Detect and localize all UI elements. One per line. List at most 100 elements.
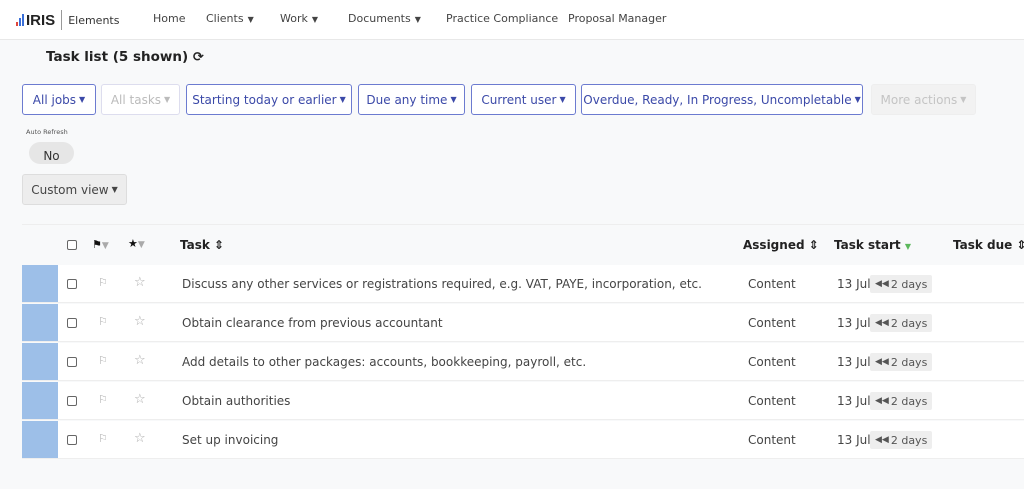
table-row[interactable]: ⚐ ☆ Obtain clearance from previous accou… — [22, 304, 1024, 342]
flag-filter-icon[interactable]: ⚑▼ — [92, 238, 109, 251]
logo-divider — [61, 10, 63, 30]
flag-icon[interactable]: ⚐ — [98, 354, 108, 367]
nav-item[interactable]: Documents ▼ — [348, 12, 421, 25]
rewind-icon: ◀◀ — [875, 396, 889, 406]
table-row[interactable]: ⚐ ☆ Obtain authorities Content 13 Jul ◀◀… — [22, 382, 1024, 420]
row-marker — [22, 382, 58, 419]
badge-text: 2 days — [890, 394, 928, 408]
flag-icon[interactable]: ⚐ — [98, 432, 108, 445]
task-start-value: 13 Jul — [837, 316, 871, 330]
task-start-value: 13 Jul — [837, 433, 871, 447]
column-task-start[interactable]: Task start ▼ — [834, 238, 911, 252]
logo-text: IRIS — [26, 11, 56, 29]
filter-button[interactable]: More actions ▼ — [871, 84, 976, 115]
nav-item-label: Home — [153, 12, 186, 25]
caret-down-icon: ▼ — [111, 185, 118, 194]
column-task-due-label: Task due — [953, 238, 1013, 252]
row-marker — [22, 343, 58, 380]
star-icon[interactable]: ☆ — [134, 275, 146, 290]
flag-icon[interactable]: ⚐ — [98, 315, 108, 328]
row-checkbox[interactable] — [67, 357, 77, 367]
column-task-label: Task — [180, 238, 210, 252]
flag-icon[interactable]: ⚐ — [98, 393, 108, 406]
caret-down-icon: ▼ — [79, 95, 86, 104]
auto-refresh-label: Auto Refresh — [26, 128, 68, 136]
task-name[interactable]: Obtain clearance from previous accountan… — [182, 316, 443, 330]
table-row[interactable]: ⚐ ☆ Discuss any other services or regist… — [22, 265, 1024, 303]
row-checkbox[interactable] — [67, 318, 77, 328]
nav-item-label: Proposal Manager — [568, 12, 667, 25]
page-title-text: Task list (5 shown) — [46, 49, 189, 65]
select-all-checkbox[interactable] — [67, 240, 77, 250]
filter-button[interactable]: Starting today or earlier ▼ — [186, 84, 352, 115]
overdue-badge: ◀◀ 2 days — [870, 353, 933, 371]
assigned-value: Content — [748, 277, 796, 291]
overdue-badge: ◀◀ 2 days — [870, 314, 933, 332]
column-task-due[interactable]: Task due ⇕ — [953, 238, 1024, 252]
column-assigned[interactable]: Assigned ⇕ — [743, 238, 819, 252]
nav-item-label: Documents — [348, 12, 411, 25]
sort-icon: ⇕ — [808, 238, 819, 252]
chevron-down-icon: ▼ — [414, 15, 421, 24]
filter-label: Current user — [481, 92, 557, 107]
badge-text: 2 days — [890, 277, 928, 291]
caret-down-icon: ▼ — [450, 95, 457, 104]
rewind-icon: ◀◀ — [875, 357, 889, 367]
row-checkbox[interactable] — [67, 279, 77, 289]
rewind-icon: ◀◀ — [875, 318, 889, 328]
nav-item[interactable]: Clients ▼ — [206, 12, 254, 25]
task-start-value: 13 Jul — [837, 355, 871, 369]
filter-button[interactable]: All jobs ▼ — [22, 84, 96, 115]
auto-refresh-toggle[interactable]: No — [29, 142, 74, 164]
custom-view-button[interactable]: Custom view ▼ — [22, 174, 127, 205]
nav-item[interactable]: Work ▼ — [280, 12, 318, 25]
star-filter-icon[interactable]: ★▼ — [128, 237, 145, 250]
filter-label: Starting today or earlier — [192, 92, 337, 107]
task-name[interactable]: Set up invoicing — [182, 433, 278, 447]
badge-text: 2 days — [890, 316, 928, 330]
table-row[interactable]: ⚐ ☆ Add details to other packages: accou… — [22, 343, 1024, 381]
filter-label: All tasks — [110, 92, 162, 107]
refresh-icon[interactable]: ⟳ — [193, 50, 204, 65]
iris-logo[interactable]: IRIS Elements — [16, 10, 119, 30]
filter-label: Due any time — [366, 92, 448, 107]
row-checkbox[interactable] — [67, 396, 77, 406]
nav-item[interactable]: Practice Compliance — [446, 12, 558, 25]
filter-button[interactable]: Current user ▼ — [471, 84, 576, 115]
nav-item[interactable]: Proposal Manager — [568, 12, 666, 25]
table-row[interactable]: ⚐ ☆ Set up invoicing Content 13 Jul ◀◀ 2 … — [22, 421, 1024, 459]
sort-icon: ⇕ — [214, 238, 225, 252]
flag-icon[interactable]: ⚐ — [98, 276, 108, 289]
row-marker — [22, 265, 58, 302]
caret-down-icon: ▼ — [854, 95, 861, 104]
filter-button[interactable]: Due any time ▼ — [358, 84, 465, 115]
row-marker — [22, 421, 58, 458]
star-icon[interactable]: ☆ — [134, 392, 146, 407]
row-marker — [22, 304, 58, 341]
row-checkbox[interactable] — [67, 435, 77, 445]
custom-view-label: Custom view — [31, 182, 109, 197]
star-icon[interactable]: ☆ — [134, 431, 146, 446]
task-name[interactable]: Add details to other packages: accounts,… — [182, 355, 586, 369]
top-navbar: IRIS Elements Home Clients ▼ Work ▼ Documents… — [0, 0, 1024, 40]
nav-item-label: Work — [280, 12, 308, 25]
filter-button[interactable]: All tasks ▼ — [101, 84, 180, 115]
star-icon[interactable]: ☆ — [134, 353, 146, 368]
column-task-start-label: Task start — [834, 238, 901, 252]
chevron-down-icon: ▼ — [311, 15, 319, 24]
badge-text: 2 days — [890, 355, 928, 369]
nav-item-label: Practice Compliance — [446, 12, 559, 25]
logo-bars-icon — [16, 14, 24, 26]
chevron-down-icon: ▼ — [247, 15, 254, 24]
product-name: Elements — [68, 13, 120, 27]
column-task[interactable]: Task ⇕ — [180, 238, 224, 252]
task-name[interactable]: Discuss any other services or registrati… — [182, 277, 702, 291]
filter-button[interactable]: Overdue, Ready, In Progress, Uncompletab… — [581, 84, 863, 115]
table-header: ⚑▼ ★▼ Task ⇕ Assigned ⇕ Task start ▼ Tas… — [22, 224, 1024, 264]
star-icon[interactable]: ☆ — [134, 314, 146, 329]
caret-down-icon: ▼ — [339, 95, 346, 104]
filter-label: All jobs — [32, 92, 77, 107]
overdue-badge: ◀◀ 2 days — [870, 431, 933, 449]
task-name[interactable]: Obtain authorities — [182, 394, 290, 408]
nav-item[interactable]: Home — [153, 12, 185, 25]
